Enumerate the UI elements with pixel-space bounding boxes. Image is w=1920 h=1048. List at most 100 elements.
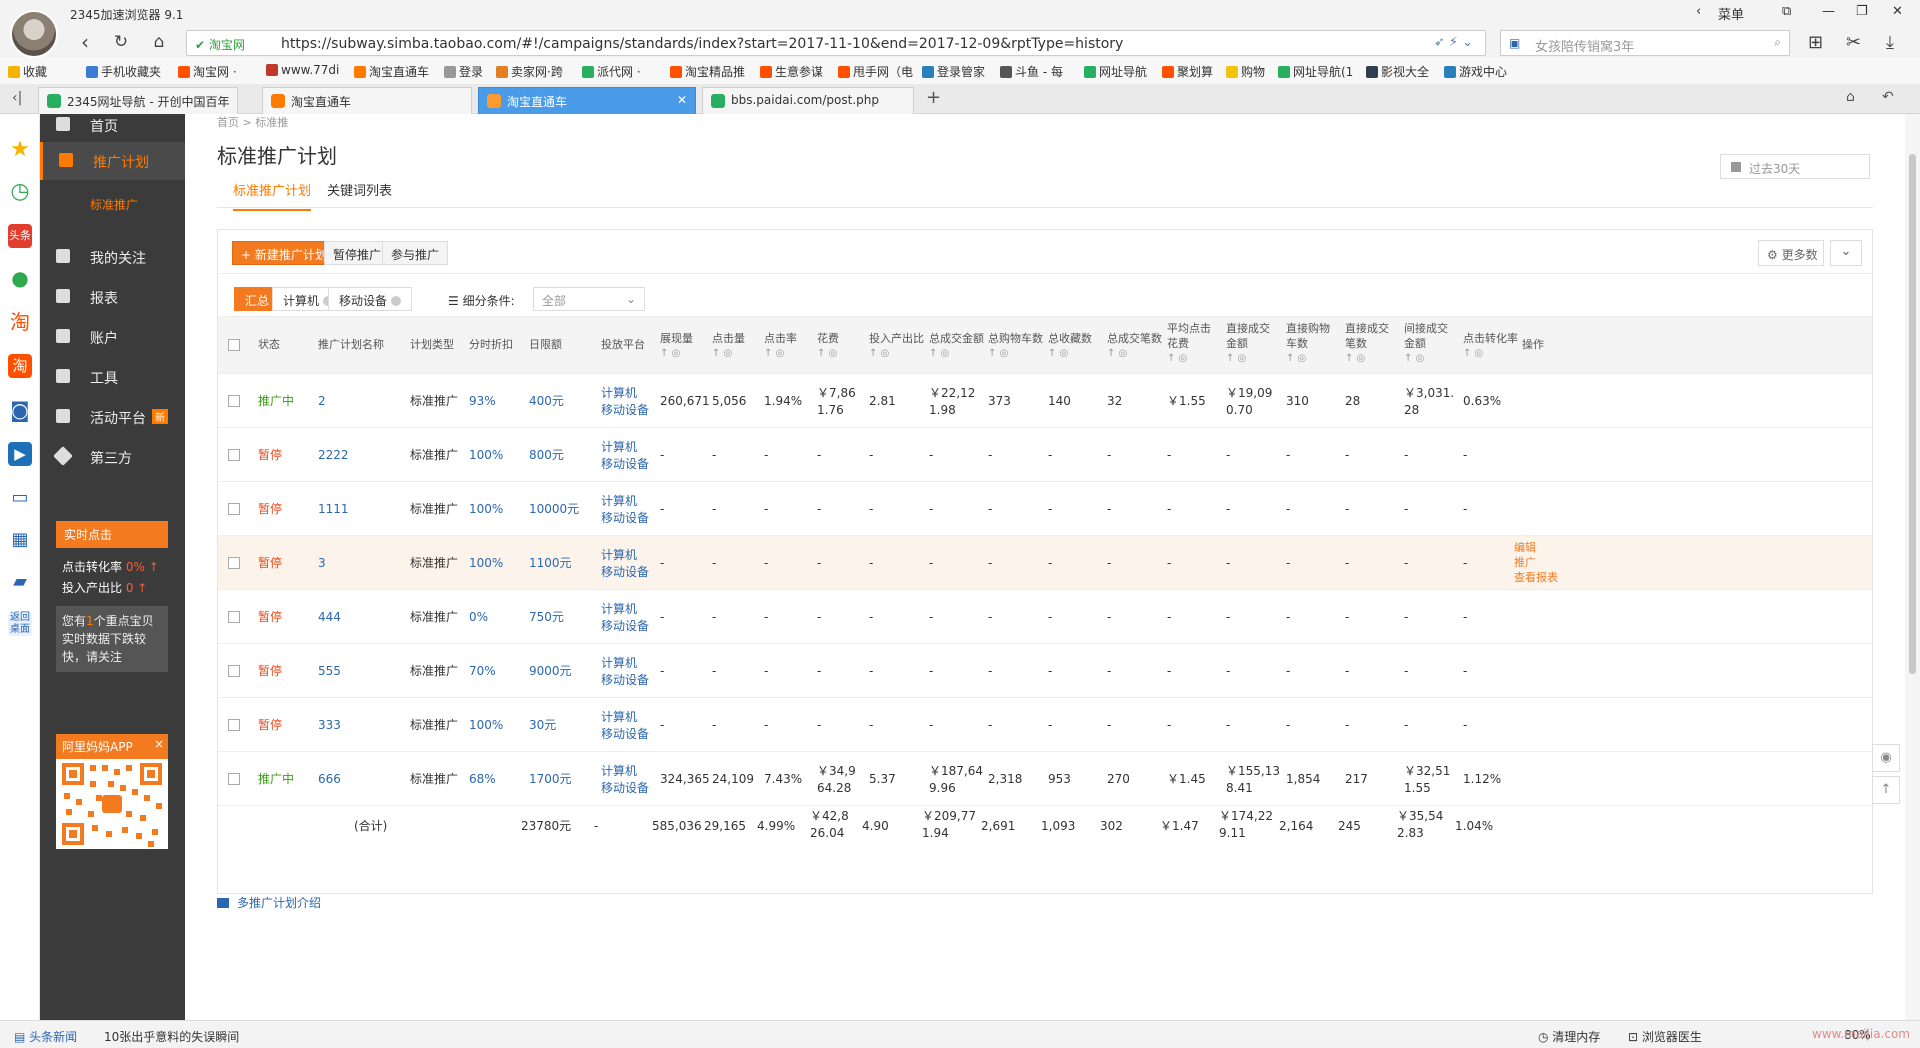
refresh-icon[interactable]: ↻ [108, 32, 134, 52]
address-bar[interactable]: ✔ 淘宝网 https://subway.simba.taobao.com/#!… [186, 30, 1486, 56]
col-clicks[interactable]: 点击量 ↑ ◎ [712, 331, 745, 361]
restore-icon[interactable]: ❐ [1856, 4, 1868, 19]
news-icon[interactable]: 头条 [8, 224, 32, 248]
row-name[interactable]: 555 [318, 663, 341, 680]
row-budget[interactable]: 30元 [529, 717, 556, 734]
apps-icon[interactable]: ⊞ [1808, 32, 1823, 53]
skin-icon[interactable]: ⧉ [1782, 4, 1791, 19]
bookmark-item[interactable]: 游戏中心 [1444, 63, 1507, 80]
browser-tab[interactable]: 淘宝直通车 [262, 87, 472, 114]
row-budget[interactable]: 400元 [529, 393, 564, 410]
col-cart[interactable]: 总购物车数 ↑ ◎ [988, 331, 1043, 361]
col-cvr[interactable]: 点击转化率 ↑ ◎ [1463, 331, 1518, 361]
taobao-app-icon[interactable]: 淘 [8, 354, 32, 378]
bookmark-item[interactable]: 淘宝直通车 [354, 63, 429, 80]
nav-item-account[interactable]: 账户 [40, 318, 185, 356]
download-icon[interactable]: ⤓ [1886, 32, 1894, 53]
avatar[interactable] [10, 10, 58, 58]
row-name[interactable]: 2 [318, 393, 326, 410]
row-platform[interactable]: 计算机 移动设备 [601, 601, 649, 635]
nav-item-tools[interactable]: 工具 [40, 358, 185, 396]
bookmark-item[interactable]: 购物 [1226, 63, 1265, 80]
notebook-icon[interactable]: ▰ [8, 570, 32, 594]
nav-item-campaigns[interactable]: 推广计划 [40, 142, 185, 180]
row-checkbox[interactable] [228, 557, 240, 569]
row-discount[interactable]: 93% [469, 393, 496, 410]
new-plan-button[interactable]: + 新建推广计划 [232, 241, 336, 265]
row-platform[interactable]: 计算机 移动设备 [601, 763, 649, 797]
row-budget[interactable]: 10000元 [529, 501, 579, 518]
video-icon[interactable]: ▶ [8, 442, 32, 466]
menu-button[interactable]: 菜单 [1718, 4, 1744, 23]
bookmark-item[interactable]: 登录管家 [922, 63, 985, 80]
table-row[interactable]: 推广中 666 标准推广 68% 1700元 计算机 移动设备 324,365 24,109 7… [218, 752, 1872, 806]
close-window-icon[interactable]: ✕ [1892, 4, 1903, 19]
row-discount[interactable]: 100% [469, 717, 503, 734]
row-checkbox[interactable] [228, 503, 240, 515]
nav-item-reports[interactable]: 报表 [40, 278, 185, 316]
search-icon[interactable]: ⌕ [1774, 35, 1781, 50]
bookmark-item[interactable]: 网址导航 [1084, 63, 1147, 80]
row-action-link[interactable]: 推广 [1514, 555, 1558, 570]
bookmark-item[interactable]: 淘宝网 · [178, 63, 237, 80]
filter-select[interactable]: 全部 ⌄ [533, 287, 645, 311]
bookmark-item[interactable]: 甩手网（电 [838, 63, 913, 80]
row-discount[interactable]: 100% [469, 501, 503, 518]
segment-mobile[interactable]: 移动设备 [328, 287, 413, 311]
bookmark-item[interactable]: 生意参谋 [760, 63, 823, 80]
row-discount[interactable]: 70% [469, 663, 496, 680]
menu-chevron-icon[interactable]: ‹ [1696, 4, 1701, 19]
taobao-icon[interactable]: 淘 [8, 310, 32, 334]
scissors-icon[interactable]: ✂ [1846, 32, 1861, 53]
col-indirect-gmv[interactable]: 间接成交金额 ↑ ◎ [1404, 321, 1458, 366]
row-platform[interactable]: 计算机 移动设备 [601, 655, 649, 689]
row-checkbox[interactable] [228, 449, 240, 461]
row-platform[interactable]: 计算机 移动设备 [601, 439, 649, 473]
bookmark-item[interactable]: 网址导航(1 [1278, 63, 1353, 80]
bookmark-item[interactable]: 淘宝精品推 [670, 63, 745, 80]
bookmark-item[interactable]: 卖家网·跨 [496, 63, 563, 80]
col-impressions[interactable]: 展现量 ↑ ◎ [660, 331, 693, 361]
nav-item-follow[interactable]: 我的关注 [40, 238, 185, 276]
store-icon[interactable]: ⌂ [1846, 89, 1855, 105]
sidebar-toggle-icon[interactable]: ‹| [12, 90, 22, 106]
row-checkbox[interactable] [228, 611, 240, 623]
nav-subitem-standard[interactable]: 标准推广 [90, 196, 138, 213]
row-budget[interactable]: 750元 [529, 609, 564, 626]
bookmark-item[interactable]: 聚划算 [1162, 63, 1213, 80]
col-cost[interactable]: 花费 ↑ ◎ [817, 331, 839, 361]
search-input[interactable]: 女孩陪传销窝3年 [1535, 36, 1634, 55]
col-cpc[interactable]: 平均点击花费 ↑ ◎ [1167, 321, 1219, 366]
table-row[interactable]: 暂停 2222 标准推广 100% 800元 计算机 移动设备 - - - - - - - - - - - - - -… [218, 428, 1872, 482]
browser-doctor-button[interactable]: ⊡ 浏览器医生 [1628, 1028, 1702, 1045]
bookmark-item[interactable]: www.77di [266, 63, 339, 77]
col-ctr[interactable]: 点击率 ↑ ◎ [764, 331, 797, 361]
chat-icon[interactable]: ● [8, 266, 32, 290]
row-name[interactable]: 444 [318, 609, 341, 626]
nav-item-activity[interactable]: 活动平台新 [40, 398, 185, 436]
history-icon[interactable]: ◷ [8, 180, 32, 204]
table-row[interactable]: 暂停 3 标准推广 100% 1100元 计算机 移动设备 - - - - - - - - - - - - - - - 编… [218, 536, 1872, 590]
scrollbar[interactable] [1905, 114, 1920, 1020]
row-budget[interactable]: 1100元 [529, 555, 572, 572]
col-direct-cart[interactable]: 直接购物车数 ↑ ◎ [1286, 321, 1340, 366]
search-engine-icon[interactable]: ▣ [1509, 36, 1520, 50]
row-discount[interactable]: 100% [469, 555, 503, 572]
row-platform[interactable]: 计算机 移动设备 [601, 709, 649, 743]
realtime-title[interactable]: 实时点击 [56, 521, 168, 548]
select-all-checkbox[interactable] [228, 339, 240, 351]
news-headline[interactable]: 10张出乎意料的失误瞬间 [104, 1028, 239, 1045]
col-direct-gmv[interactable]: 直接成交金额 ↑ ◎ [1226, 321, 1280, 366]
favorites-icon[interactable]: ★ [8, 138, 32, 162]
row-checkbox[interactable] [228, 665, 240, 677]
computer-icon[interactable]: ▭ [8, 486, 32, 510]
bookmark-item[interactable]: 派代网 · [582, 63, 641, 80]
col-fav[interactable]: 总收藏数 ↑ ◎ [1048, 331, 1092, 361]
row-platform[interactable]: 计算机 移动设备 [601, 385, 649, 419]
calculator-icon[interactable]: ▦ [8, 528, 32, 552]
new-tab-icon[interactable]: + [926, 87, 941, 108]
realtime-alert[interactable]: 您有1个重点宝贝实时数据下跌较快，请关注 [56, 606, 168, 672]
row-discount[interactable]: 68% [469, 771, 496, 788]
browser-tab[interactable]: bbs.paidai.com/post.php [702, 87, 914, 114]
col-gmv[interactable]: 总成交金额 ↑ ◎ [929, 331, 984, 361]
